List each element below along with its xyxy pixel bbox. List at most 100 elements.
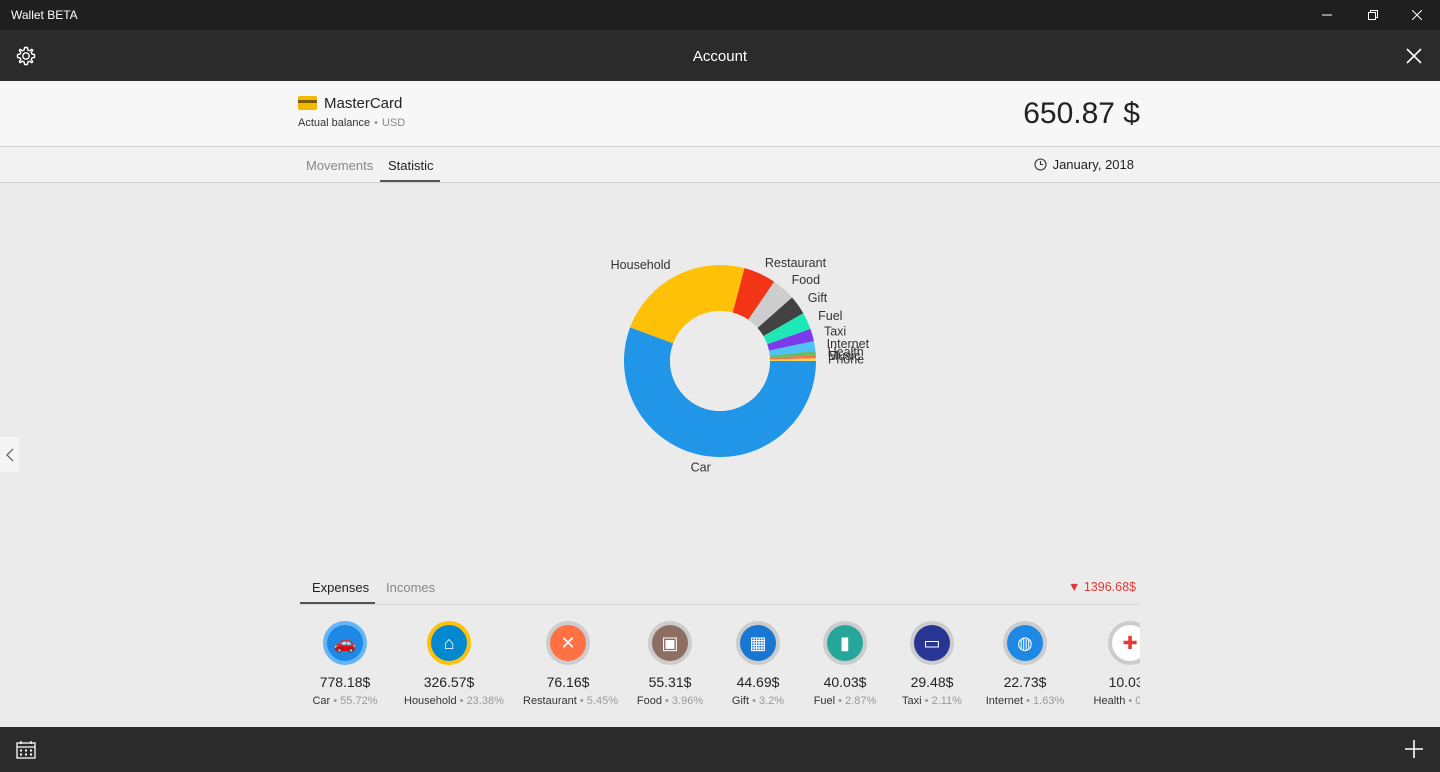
category-amount: 40.03$	[823, 674, 867, 690]
category-percent: 3.2%	[759, 695, 785, 707]
category-percent: 2.87%	[845, 695, 877, 707]
donut-hole	[670, 311, 770, 411]
food-bag-icon: ▣	[652, 625, 688, 661]
minimize-button[interactable]	[1304, 0, 1350, 30]
category-amount: 76.16$	[546, 674, 590, 690]
donut-label-household: Household	[611, 258, 671, 272]
currency-label: USD	[382, 117, 406, 129]
category-percent: 23.38%	[466, 695, 504, 707]
category-amount: 29.48$	[910, 674, 954, 690]
app-header: Account	[0, 30, 1440, 81]
category-label: Taxi • 2.11%	[887, 695, 977, 707]
window-title-bar: Wallet BETA	[0, 0, 1440, 30]
category-name: Household	[404, 695, 457, 707]
previous-page-button[interactable]	[0, 437, 19, 472]
house-icon: ⌂	[431, 625, 467, 661]
taxi-icon: ▭	[914, 625, 950, 661]
health-cross-icon: ✚	[1112, 625, 1140, 661]
donut-label-phone: Phone	[828, 352, 864, 366]
period-label: January, 2018	[1052, 157, 1134, 172]
tab-statistic[interactable]: Statistic	[388, 158, 434, 173]
view-tabs: Movements Statistic January, 2018	[0, 146, 1440, 183]
fuel-pump-icon: ▮	[827, 625, 863, 661]
category-separator: •	[456, 695, 467, 707]
tab-movements[interactable]: Movements	[306, 158, 373, 173]
donut-label-restaurant: Restaurant	[765, 256, 827, 270]
minimize-icon	[1322, 14, 1332, 16]
expenses-donut-chart: CarHousehold RestaurantFoodGiftFuelTaxiIn…	[611, 256, 870, 474]
window-title: Wallet BETA	[11, 8, 78, 22]
donut-label-car: Car	[691, 460, 711, 474]
category-item-restaurant[interactable]: ✕ 76.16$ Restaurant • 5.45%	[523, 618, 618, 707]
category-amount: 778.18$	[319, 674, 371, 690]
category-separator: •	[835, 695, 846, 707]
category-item-taxi[interactable]: ▭ 29.48$ Taxi • 2.11%	[887, 618, 977, 707]
category-separator: •	[661, 695, 672, 707]
category-item-gift[interactable]: ▦ 44.69$ Gift • 3.2%	[713, 618, 803, 707]
add-icon[interactable]	[1404, 739, 1424, 759]
calendar-icon[interactable]	[16, 740, 36, 759]
category-separator: •	[1023, 695, 1034, 707]
tab-incomes[interactable]: Incomes	[386, 580, 435, 595]
category-label: Food • 3.96%	[625, 695, 715, 707]
category-progress-ring: ◍	[1003, 621, 1047, 665]
globe-icon: ◍	[1007, 625, 1043, 661]
category-name: Taxi	[902, 695, 922, 707]
category-percent: 2.11%	[931, 695, 962, 707]
category-progress-ring: ▭	[910, 621, 954, 665]
category-amount: 22.73$	[1003, 674, 1047, 690]
category-item-fuel[interactable]: ▮ 40.03$ Fuel • 2.87%	[800, 618, 890, 707]
category-label: Gift • 3.2%	[713, 695, 803, 707]
restaurant-icon: ✕	[550, 625, 586, 661]
category-item-internet[interactable]: ◍ 22.73$ Internet • 1.63%	[980, 618, 1070, 707]
category-name: Internet	[985, 695, 1024, 707]
category-separator: •	[330, 695, 341, 707]
period-selector[interactable]: January, 2018	[1034, 157, 1134, 172]
category-separator: •	[749, 695, 759, 707]
category-progress-ring: ▮	[823, 621, 867, 665]
category-item-household[interactable]: ⌂ 326.57$ Household • 23.38%	[404, 618, 504, 707]
credit-card-icon	[298, 96, 317, 110]
category-item-health[interactable]: ✚ 10.03$ Health • 0.72%	[1085, 618, 1140, 707]
category-amount: 10.03$	[1108, 674, 1140, 690]
separator-dot: •	[374, 117, 379, 129]
category-percent: 0.72%	[1135, 695, 1140, 707]
account-balance: 650.87 $	[1023, 97, 1140, 130]
restore-icon	[1368, 10, 1378, 20]
category-name: Gift	[731, 695, 750, 707]
chevron-left-icon	[5, 448, 13, 461]
category-progress-ring: ⌂	[427, 621, 471, 665]
restore-button[interactable]	[1350, 0, 1396, 30]
category-item-food[interactable]: ▣ 55.31$ Food • 3.96%	[625, 618, 715, 707]
category-progress-ring: ✕	[546, 621, 590, 665]
tab-expenses[interactable]: Expenses	[312, 580, 369, 595]
category-progress-ring: ▣	[648, 621, 692, 665]
category-label: Health • 0.72%	[1085, 695, 1140, 707]
category-label: Household • 23.38%	[404, 695, 504, 707]
gift-icon: ▦	[740, 625, 776, 661]
balance-type-label: Actual balance	[298, 117, 371, 129]
category-name: Restaurant	[523, 695, 577, 707]
category-separator: •	[576, 695, 587, 707]
window-close-button[interactable]	[1394, 0, 1440, 30]
category-percent: 5.45%	[586, 695, 618, 707]
type-tabs: Expenses Incomes ▼ 1396.68$	[300, 577, 1140, 605]
category-label: Fuel • 2.87%	[800, 695, 890, 707]
category-progress-ring: ▦	[736, 621, 780, 665]
category-progress-ring: 🚗	[323, 621, 367, 665]
close-icon	[1412, 10, 1422, 20]
category-item-car[interactable]: 🚗 778.18$ Car • 55.72%	[300, 618, 390, 707]
category-name: Health	[1093, 695, 1126, 707]
donut-label-fuel: Fuel	[818, 309, 842, 323]
category-progress-ring: ✚	[1108, 621, 1140, 665]
donut-label-food: Food	[792, 273, 821, 287]
car-icon: 🚗	[327, 625, 363, 661]
account-subtitle: Actual balance • USD	[298, 117, 405, 129]
clock-icon	[1034, 158, 1047, 171]
close-icon[interactable]	[1402, 44, 1426, 68]
account-header: MasterCard Actual balance • USD 650.87 $	[0, 81, 1440, 146]
account-name: MasterCard	[324, 95, 403, 112]
category-amount: 55.31$	[648, 674, 692, 690]
bottom-app-bar	[0, 727, 1440, 772]
category-label: Car • 55.72%	[300, 695, 390, 707]
